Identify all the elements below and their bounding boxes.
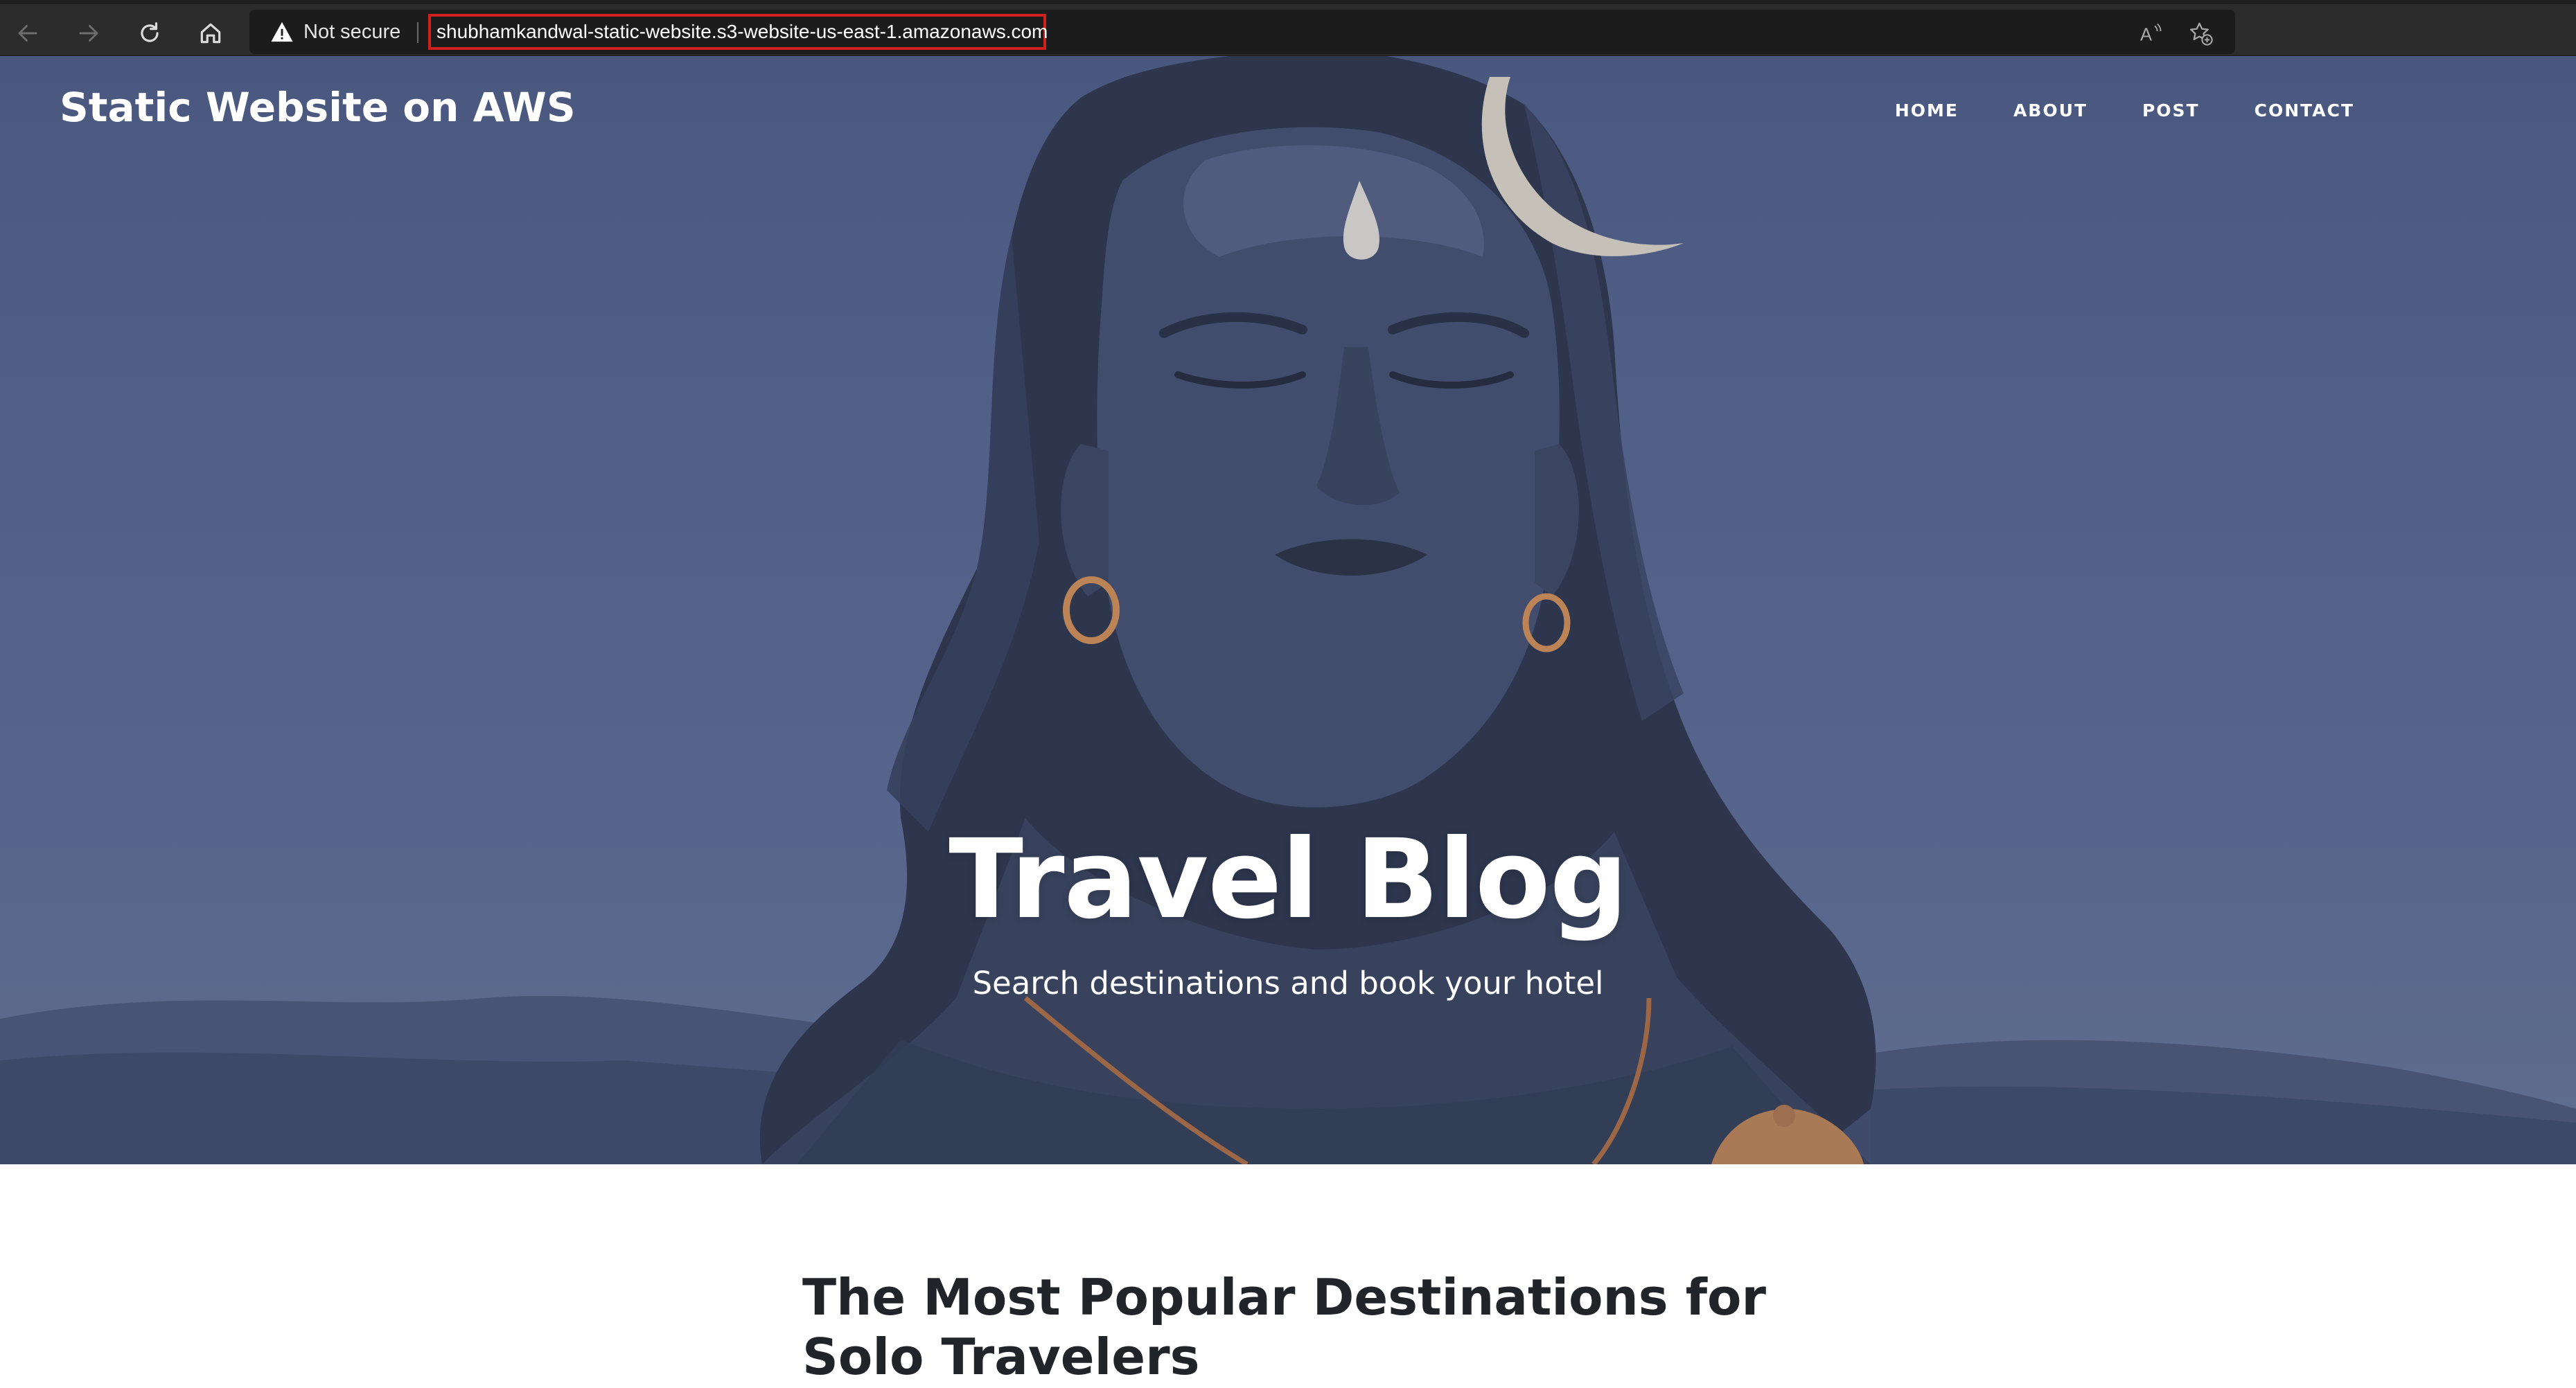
read-aloud-button[interactable]: A [2134, 17, 2167, 50]
warning-icon [271, 21, 293, 42]
refresh-icon [141, 22, 159, 42]
refresh-button[interactable] [129, 12, 170, 54]
add-favorite-icon [2189, 22, 2213, 46]
nav-about[interactable]: ABOUT [2013, 100, 2088, 121]
hero-subtitle: Search destinations and book your hotel [972, 965, 1604, 1002]
home-button[interactable] [190, 12, 231, 54]
security-label: Not secure [303, 20, 401, 43]
home-icon [200, 23, 221, 44]
browser-toolbar: Not secure shubhamkandwal-static-website… [0, 0, 2576, 56]
add-favorite-button[interactable] [2184, 17, 2217, 50]
hero-section: Static Website on AWS HOME ABOUT POST CO… [0, 56, 2576, 1164]
main-content: The Most Popular Destinations for Solo T… [802, 1267, 1842, 1387]
site-info-button[interactable]: Not secure [270, 10, 400, 54]
read-aloud-icon: A [2140, 23, 2162, 45]
back-button[interactable] [7, 12, 48, 54]
url-text[interactable]: shubhamkandwal-static-website.s3-website… [436, 10, 1048, 54]
post-title[interactable]: The Most Popular Destinations for Solo T… [802, 1267, 1842, 1387]
arrow-left-icon [18, 25, 37, 42]
nav-contact[interactable]: CONTACT [2255, 100, 2354, 121]
address-bar[interactable]: Not secure shubhamkandwal-static-website… [249, 10, 2235, 54]
main-navigation: HOME ABOUT POST CONTACT [1895, 100, 2354, 121]
hero-title: Travel Blog [949, 816, 1628, 943]
svg-text:A: A [2140, 26, 2152, 45]
site-brand[interactable]: Static Website on AWS [60, 84, 576, 131]
arrow-right-icon [79, 25, 98, 42]
forward-button[interactable] [68, 12, 109, 54]
hero-heading: Travel Blog Search destinations and book… [0, 825, 2576, 1002]
address-separator [417, 22, 418, 43]
nav-home[interactable]: HOME [1895, 100, 1959, 121]
nav-post[interactable]: POST [2142, 100, 2200, 121]
